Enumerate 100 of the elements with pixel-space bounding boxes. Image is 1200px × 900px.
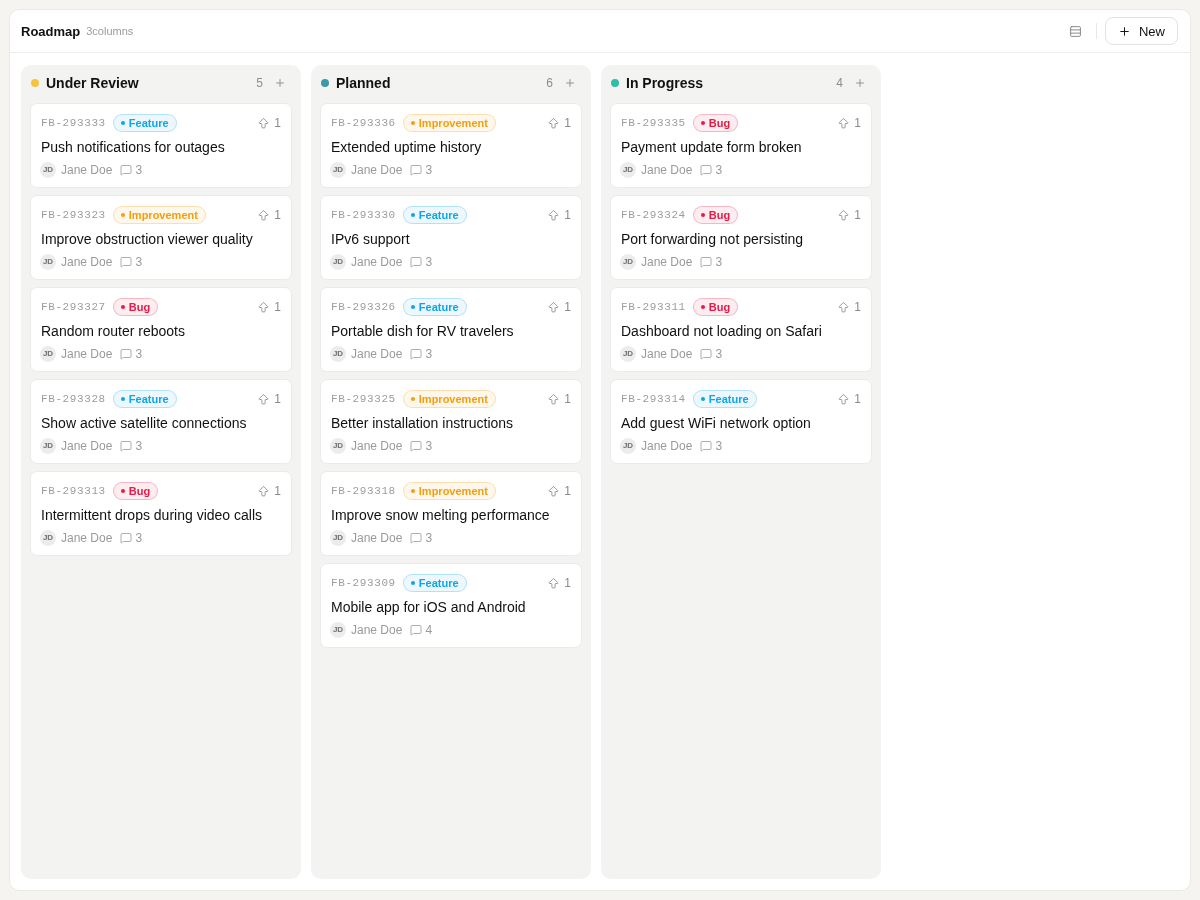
card-title: Dashboard not loading on Safari (621, 322, 823, 340)
add-card-button[interactable] (853, 76, 867, 90)
add-card-button[interactable] (563, 76, 577, 90)
card-title: Push notifications for outages (41, 138, 226, 156)
avatar: JD (620, 438, 636, 454)
column-count: 6 (546, 76, 553, 90)
comment-icon (120, 532, 133, 544)
tag-text: Bug (128, 485, 151, 497)
card[interactable]: FB-293336 Improvement 1 Extended uptime history JD Jane Doe 3 (320, 103, 582, 188)
comment-count: 3 (715, 163, 723, 177)
card[interactable]: FB-293335 Bug 1 Payment update form broken JD Jane Doe 3 (610, 103, 872, 188)
avatar: JD (330, 346, 346, 362)
card-title: Add guest WiFi network option (621, 414, 812, 432)
card[interactable]: FB-293326 Feature 1 Portable dish for RV travelers JD Jane Doe 3 (320, 287, 582, 372)
card-title: Extended uptime history (331, 138, 483, 156)
card[interactable]: FB-293325 Improvement 1 Better installation instructions JD Jane Doe 3 (320, 379, 582, 464)
card-id: FB-293336 (331, 117, 396, 129)
comment-icon (410, 256, 423, 268)
card[interactable]: FB-293314 Feature 1 Add guest WiFi network option JD Jane Doe 3 (610, 379, 872, 464)
card[interactable]: FB-293309 Feature 1 Mobile app for iOS and Android JD Jane Doe 4 (320, 563, 582, 648)
card[interactable]: FB-293324 Bug 1 Port forwarding not persisting JD Jane Doe 3 (610, 195, 872, 280)
comment-icon (410, 532, 423, 544)
avatar: JD (330, 254, 346, 270)
card[interactable]: FB-293311 Bug 1 Dashboard not loading on Safari JD Jane Doe 3 (610, 287, 872, 372)
comment-count: 3 (425, 439, 433, 453)
avatar: JD (40, 346, 56, 362)
avatar: JD (620, 346, 636, 362)
comment-count: 3 (135, 163, 143, 177)
author-name: Jane Doe (351, 347, 403, 361)
column-title: Under Review (46, 75, 139, 91)
comment-icon (700, 164, 713, 176)
card-title: Intermittent drops during video calls (41, 506, 263, 524)
tag-text: Feature (128, 117, 169, 129)
arrow-up-icon (837, 116, 851, 130)
author-name: Jane Doe (641, 439, 693, 453)
author-name: Jane Doe (641, 255, 693, 269)
arrow-up-icon (547, 300, 561, 314)
arrow-up-icon (547, 116, 561, 130)
author-name: Jane Doe (61, 163, 113, 177)
card-id: FB-293335 (621, 117, 686, 129)
card-title: Show active satellite connections (41, 414, 248, 432)
arrow-up-icon (547, 392, 561, 406)
tag-text: Improvement (418, 485, 488, 497)
card-title: Improve obstruction viewer quality (41, 230, 254, 248)
card-id: FB-293328 (41, 393, 106, 405)
comment-icon (410, 440, 423, 452)
new-button[interactable]: New (1105, 17, 1178, 45)
arrow-up-icon (257, 392, 271, 406)
author-name: Jane Doe (641, 347, 693, 361)
avatar: JD (330, 438, 346, 454)
card[interactable]: FB-293327 Bug 1 Random router reboots JD Jane Doe 3 (30, 287, 292, 372)
avatar: JD (40, 438, 56, 454)
card-title: Mobile app for iOS and Android (331, 598, 527, 616)
plus-icon (274, 77, 286, 89)
card-id: FB-293323 (41, 209, 106, 221)
card-id: FB-293324 (621, 209, 686, 221)
card-id: FB-293326 (331, 301, 396, 313)
arrow-up-icon (257, 208, 271, 222)
arrow-up-icon (837, 392, 851, 406)
card[interactable]: FB-293323 Improvement 1 Improve obstruction viewer quality JD Jane Doe 3 (30, 195, 292, 280)
comment-icon (120, 348, 133, 360)
comment-count: 3 (135, 439, 143, 453)
column-count: 4 (836, 76, 843, 90)
plus-icon (564, 77, 576, 89)
card-title: IPv6 support (331, 230, 411, 248)
comment-icon (410, 164, 423, 176)
card-id: FB-293330 (331, 209, 396, 221)
card-title: Improve snow melting performance (331, 506, 551, 524)
card[interactable]: FB-293313 Bug 1 Intermittent drops during video calls JD Jane Doe 3 (30, 471, 292, 556)
column-title: In Progress (626, 75, 704, 91)
comment-icon (410, 624, 423, 636)
card-title: Port forwarding not persisting (621, 230, 805, 248)
tag-text: Feature (128, 393, 169, 405)
arrow-up-icon (257, 300, 271, 314)
comment-icon (700, 256, 713, 268)
card[interactable]: FB-293318 Improvement 1 Improve snow melting performance JD Jane Doe 3 (320, 471, 582, 556)
arrow-up-icon (257, 484, 271, 498)
comment-count: 3 (135, 347, 143, 361)
comment-count: 3 (425, 255, 433, 269)
card[interactable]: FB-293333 Feature 1 Push notifications for outages JD Jane Doe 3 (30, 103, 292, 188)
tag-text: Bug (128, 301, 151, 313)
card-id: FB-293311 (621, 301, 686, 313)
tag-text: Feature (418, 301, 459, 313)
tag-text: Bug (708, 301, 731, 313)
tag-text: Feature (418, 577, 459, 589)
plus-icon (854, 77, 866, 89)
author-name: Jane Doe (61, 531, 113, 545)
avatar: JD (40, 254, 56, 270)
card-id: FB-293313 (41, 485, 106, 497)
avatar: JD (330, 162, 346, 178)
card-title: Payment update form broken (621, 138, 803, 156)
page-title: Roadmap (21, 23, 81, 39)
comment-icon (120, 256, 133, 268)
comment-icon (120, 440, 133, 452)
add-card-button[interactable] (273, 76, 287, 90)
comment-icon (410, 348, 423, 360)
tag-text: Improvement (418, 393, 488, 405)
card[interactable]: FB-293330 Feature 1 IPv6 support JD Jane Doe 3 (320, 195, 582, 280)
card[interactable]: FB-293328 Feature 1 Show active satellite connections JD Jane Doe 3 (30, 379, 292, 464)
comment-count: 3 (715, 347, 723, 361)
